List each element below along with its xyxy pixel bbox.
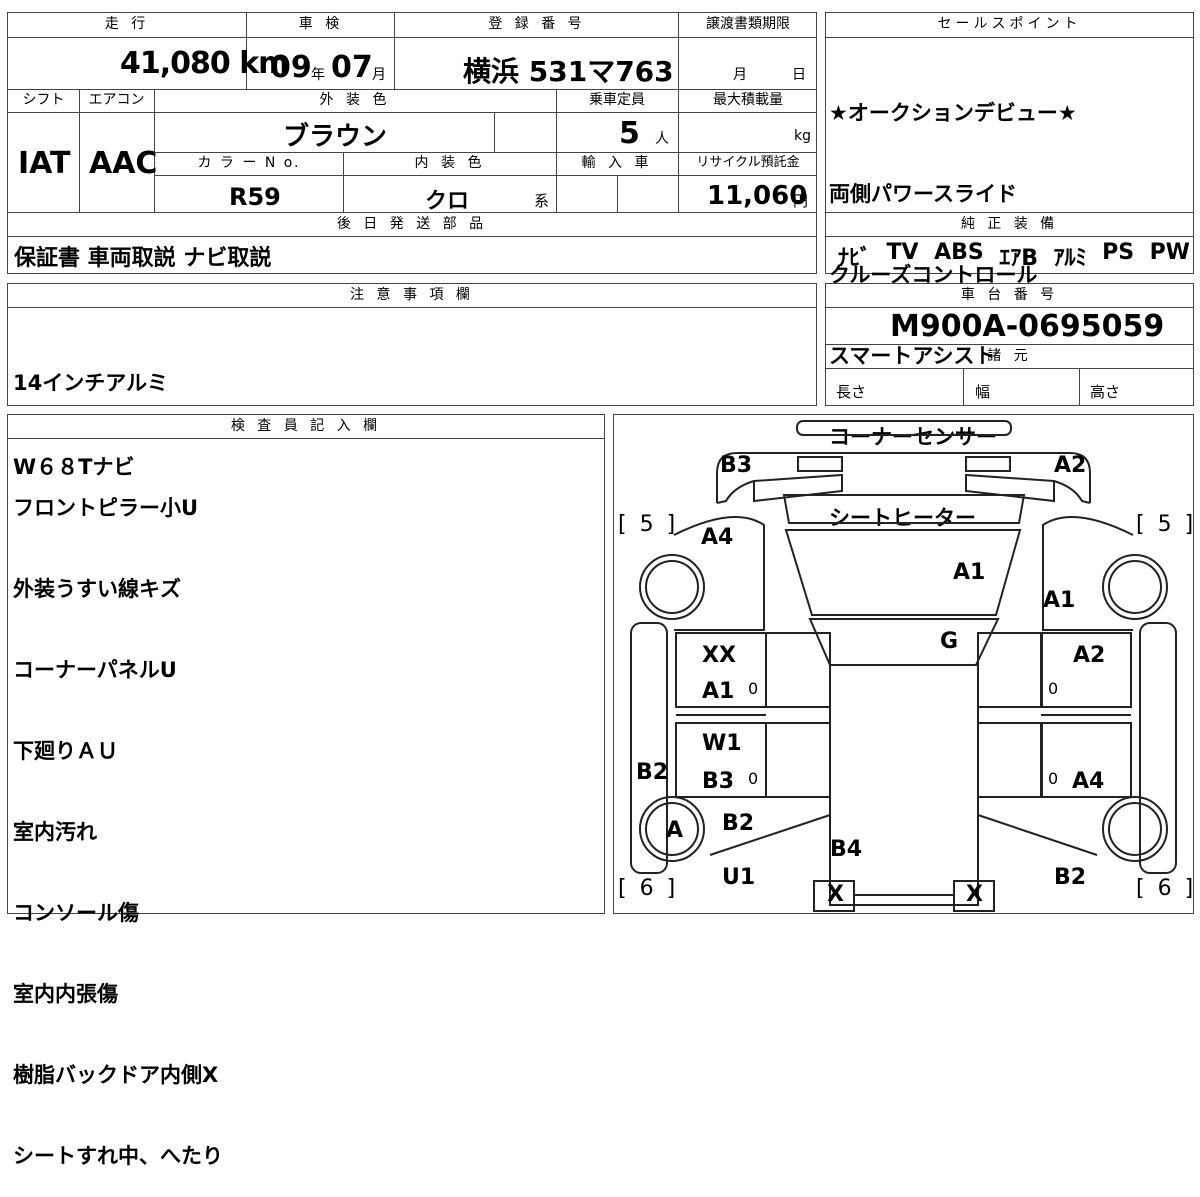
inspector-line: 樹脂バックドア内側X — [13, 1063, 219, 1087]
equipment-item: TV — [886, 240, 919, 265]
inspection-month-unit: 月 — [372, 67, 386, 83]
car-diagram-box: [ 5 ] [ 5 ] [ 6 ] [ 6 ] B3 A2 A4 A1 A1 G… — [613, 414, 1194, 914]
later-parts-label: 後 日 発 送 部 品 — [336, 216, 488, 232]
mark-u1-left: U1 — [722, 865, 756, 890]
notes-label: 注 意 事 項 欄 — [350, 287, 474, 303]
inspection-month: 07 — [331, 50, 373, 85]
car-diagram — [630, 420, 1177, 912]
inspection-year: 09 — [270, 50, 312, 85]
equipment-item: PW — [1149, 240, 1190, 265]
mark-a1-right: A1 — [1043, 588, 1076, 613]
mark-b4-roof: B4 — [830, 837, 863, 862]
mark-w1-left: W1 — [702, 731, 742, 756]
sales-point: 両側パワースライド — [829, 182, 1017, 206]
mark-g-glass: G — [940, 629, 959, 654]
sales-point: ★オークションデビュー★ — [829, 101, 1077, 125]
interior-suffix: 系 — [534, 192, 550, 210]
tire-front-right: [ 5 ] — [1136, 512, 1194, 537]
load-unit: kg — [794, 128, 811, 144]
inspector-line: コンソール傷 — [13, 901, 139, 925]
inspector-line: 外装うすい線キズ — [13, 577, 181, 601]
transfer-day: 日 — [792, 67, 806, 83]
mark-a4-left: A4 — [701, 525, 734, 550]
color-no-value: R59 — [229, 183, 281, 211]
capacity-unit: 人 — [655, 131, 669, 147]
inspector-line: シートすれ中、へたり — [13, 1144, 223, 1168]
mark-x-right: X — [966, 882, 983, 907]
shift-value: IAT — [18, 146, 71, 181]
recycle-label: リサイクル預託金 — [696, 155, 800, 170]
registration-label: 登 録 番 号 — [488, 16, 586, 32]
mark-zero: 0 — [748, 679, 759, 698]
equipment-item: ｱﾙﾐ — [1053, 246, 1087, 271]
mark-a4-right: A4 — [1072, 769, 1105, 794]
exterior-color-label: 外 装 色 — [319, 92, 391, 108]
tire-rear-right: [ 6 ] — [1136, 876, 1194, 901]
inspector-line: コーナーパネルU — [13, 658, 177, 682]
mark-zero: 0 — [1048, 769, 1059, 788]
capacity-value: 5 — [619, 116, 640, 151]
mark-b3-left: B3 — [702, 769, 735, 794]
equipment-item: PS — [1102, 240, 1135, 265]
mileage-value: 41,080 km — [120, 46, 289, 81]
width-label: 幅 — [975, 383, 991, 401]
mark-zero: 0 — [1048, 679, 1059, 698]
equipment-list: ﾅﾋﾞ TV ABS ｴｱB ｱﾙﾐ PS PW — [838, 240, 1190, 272]
capacity-label: 乗車定員 — [589, 92, 645, 108]
equipment-item: ABS — [934, 240, 984, 265]
import-label: 輸 入 車 — [581, 155, 653, 171]
mark-b2-rear-left: B2 — [722, 811, 755, 836]
length-label: 長さ — [836, 383, 867, 401]
note-line: 14インチアルミ — [13, 371, 169, 395]
inspector-label: 検 査 員 記 入 欄 — [230, 418, 382, 434]
inspector-line: 室内内張傷 — [13, 982, 118, 1006]
max-load-label: 最大積載量 — [713, 92, 783, 108]
inspector-line: 室内汚れ — [13, 820, 97, 844]
mark-a1-hood: A1 — [953, 560, 986, 585]
transfer-month: 月 — [733, 67, 747, 83]
equipment-item: ﾅﾋﾞ — [838, 246, 872, 271]
chassis-number: M900A-0695059 — [890, 309, 1165, 344]
inspector-list: フロントピラー小U 外装うすい線キズ コーナーパネルU 下廻りＡＵ 室内汚れ コ… — [13, 441, 223, 1197]
sales-points-label: セールスポイント — [937, 16, 1082, 32]
aircon-label: エアコン — [88, 92, 145, 108]
tire-front-left: [ 5 ] — [618, 512, 679, 537]
tire-rear-left: [ 6 ] — [618, 876, 679, 901]
equipment-item: ｴｱB — [999, 246, 1039, 271]
recycle-unit: 円 — [793, 192, 809, 210]
mark-b2-left: B2 — [636, 760, 669, 785]
equipment-label: 純 正 装 備 — [960, 216, 1059, 232]
registration-plate: 横浜 531マ763 — [463, 55, 674, 88]
color-no-label: カ ラ ー N o. — [197, 155, 301, 171]
transfer-deadline-label: 譲渡書類期限 — [706, 16, 790, 32]
specs-label: 諸 元 — [987, 348, 1032, 364]
inspection-label: 車 検 — [298, 16, 344, 32]
mileage-label: 走 行 — [104, 16, 150, 32]
chassis-label: 車 台 番 号 — [960, 287, 1059, 303]
exterior-color-value: ブラウン — [283, 122, 388, 152]
shift-label: シフト — [22, 92, 65, 108]
mark-a2-right: A2 — [1073, 643, 1106, 668]
inspector-line: フロントピラー小U — [13, 496, 199, 520]
interior-color-value: クロ — [425, 189, 470, 214]
interior-color-label: 内 装 色 — [414, 155, 486, 171]
mark-b2-rear-right: B2 — [1054, 865, 1087, 890]
mark-x-left: X — [827, 882, 844, 907]
aircon-value: AAC — [89, 146, 158, 181]
height-label: 高さ — [1090, 383, 1121, 401]
mark-a1-left-door: A1 — [702, 679, 735, 704]
mark-xx-left: XX — [702, 643, 736, 668]
later-parts-value: 保証書 車両取説 ナビ取説 — [14, 246, 272, 271]
mark-a-wheel: A — [666, 818, 684, 843]
mark-zero: 0 — [748, 769, 759, 788]
inspector-line: 下廻りＡＵ — [13, 739, 118, 763]
mark-b3-top: B3 — [720, 453, 753, 478]
mark-a2-top: A2 — [1054, 453, 1087, 478]
inspection-year-unit: 年 — [311, 67, 325, 83]
